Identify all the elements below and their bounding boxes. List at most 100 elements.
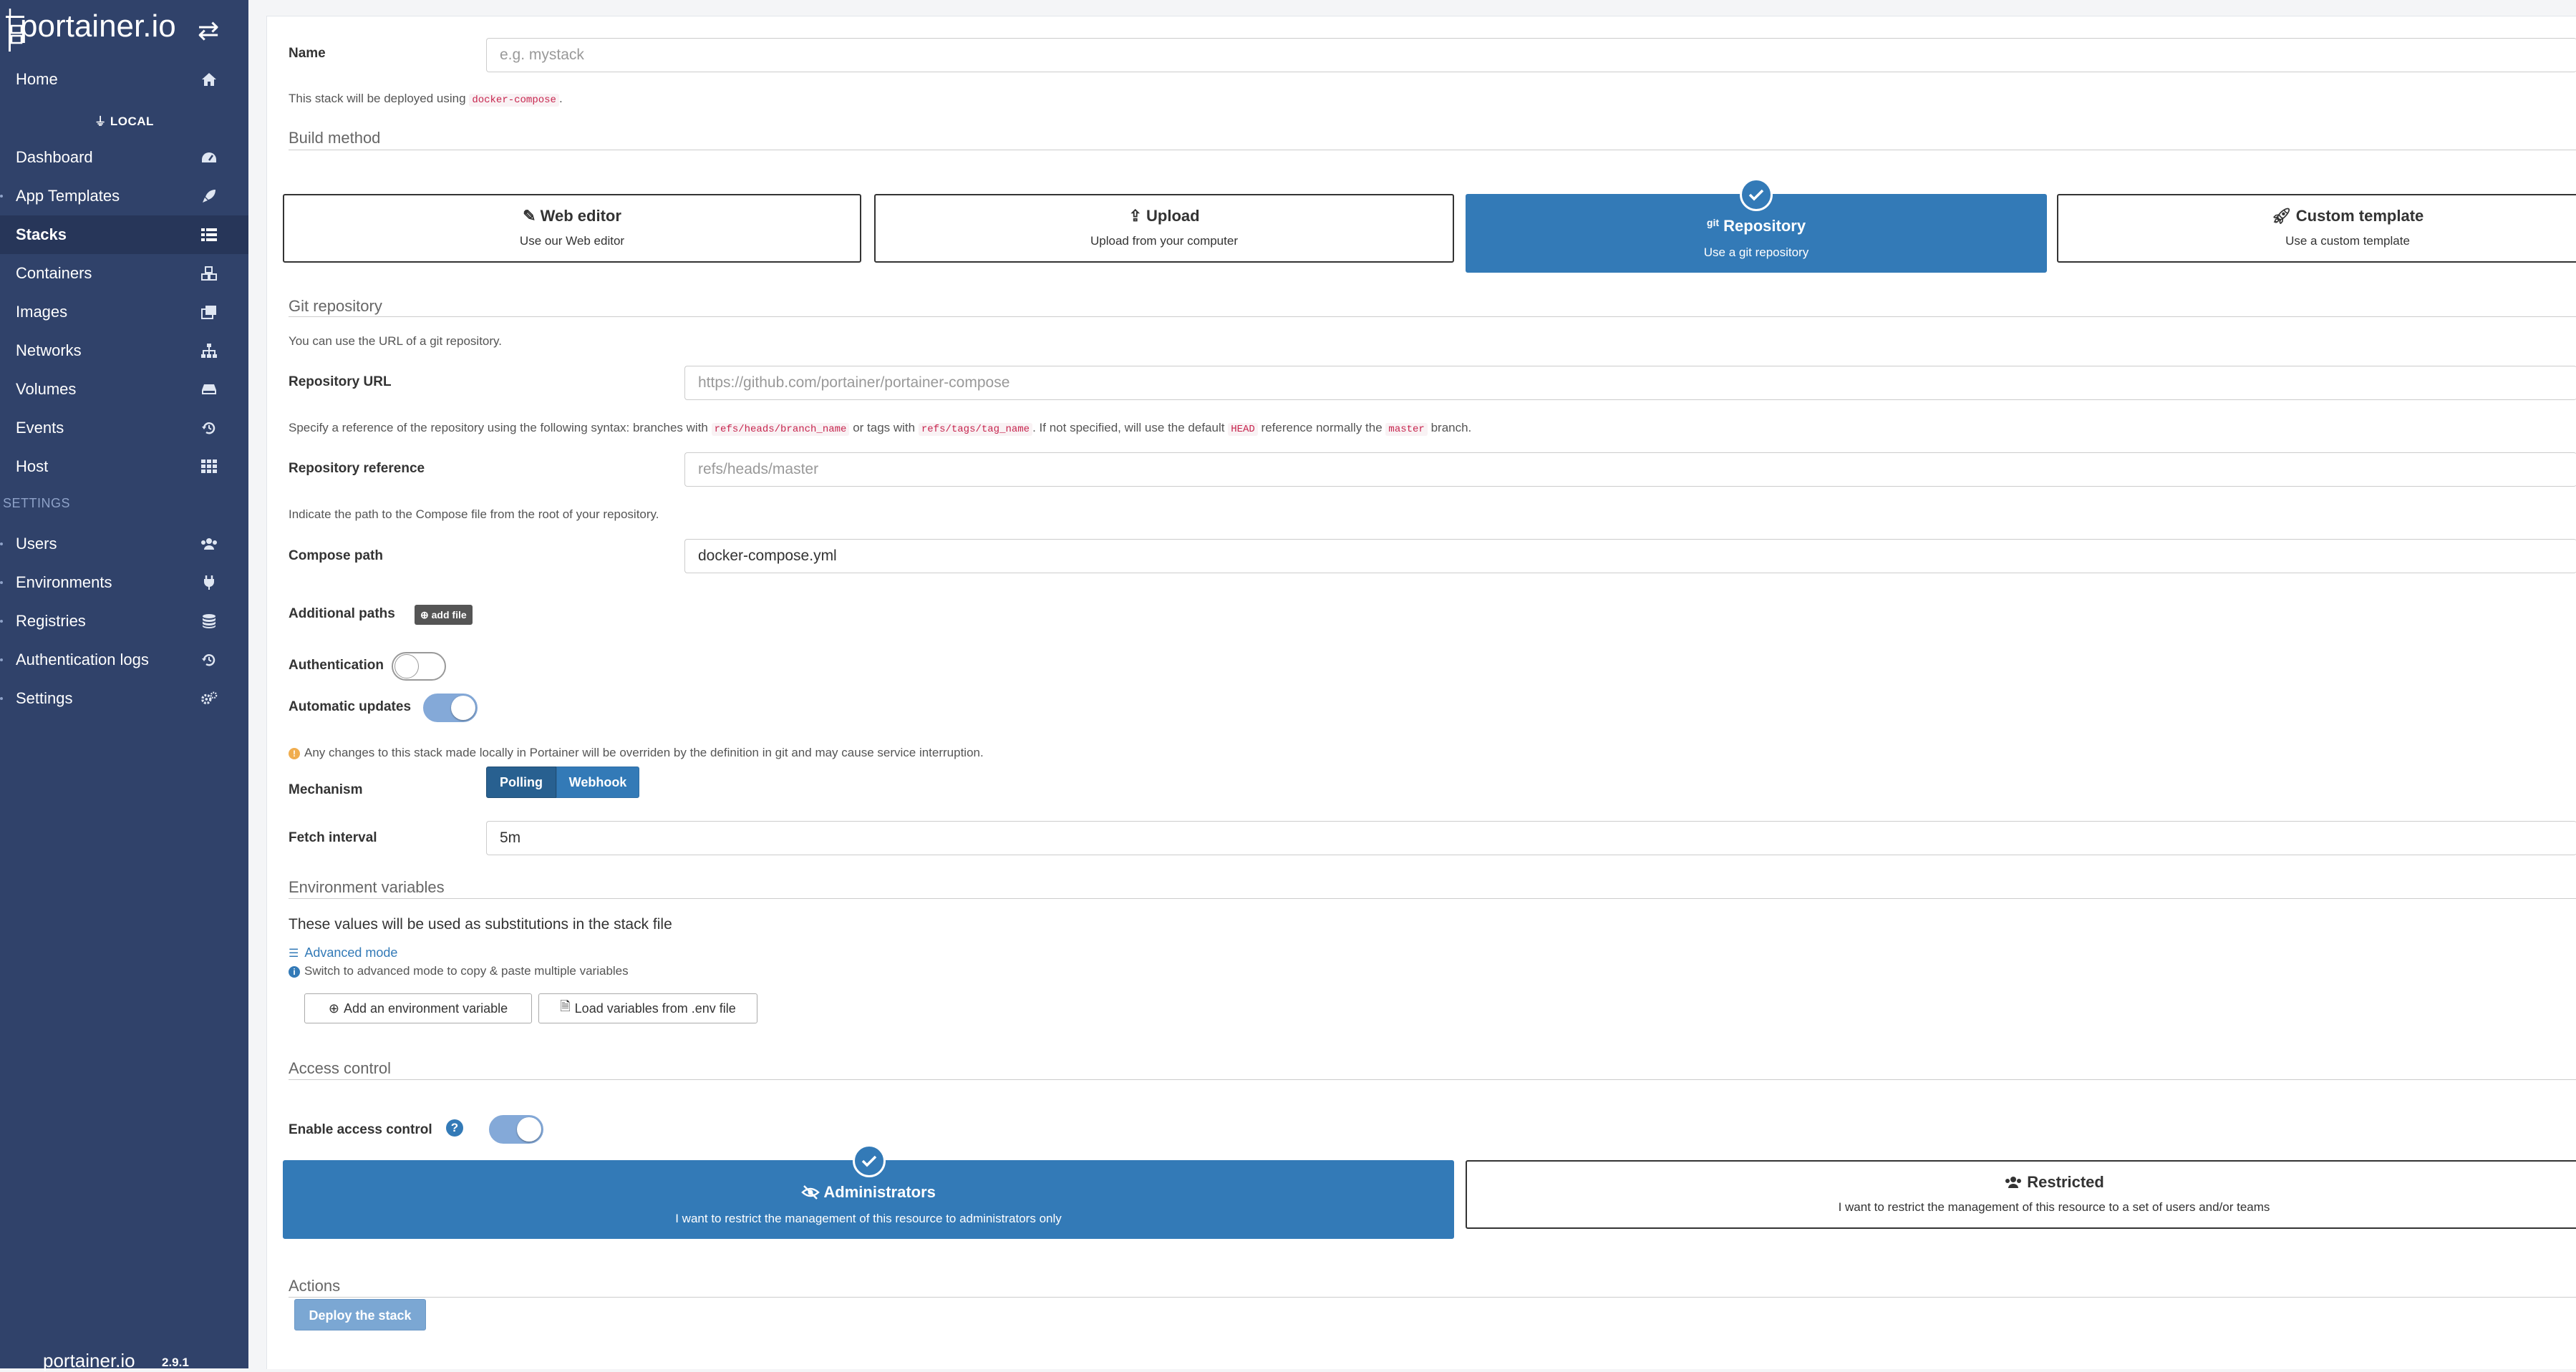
option-title: ⇪ Upload [1128,207,1200,225]
selected-check-icon [853,1144,886,1177]
build-method-upload[interactable]: ⇪ Upload Upload from your computer [874,194,1454,263]
portainer-logo-text[interactable]: portainer.io [20,9,176,44]
sidebar-item-users[interactable]: Users [0,525,248,563]
warning-icon: ! [289,747,300,759]
sidebar-item-home[interactable]: Home [0,60,248,99]
name-label: Name [289,46,326,61]
sidebar-item-volumes[interactable]: Volumes [0,370,248,409]
sidebar-item-label: Volumes [16,380,77,398]
option-title: 🚀︎ Custom template [2271,207,2424,225]
info-icon: i [289,965,300,978]
load-env-file-button[interactable]: 🗎︎ Load variables from .env file [538,993,757,1023]
sidebar-item-label: Dashboard [16,148,93,166]
dashboard-icon [200,149,218,166]
sidebar-item-label: Host [16,457,49,475]
stack-name-input[interactable]: e.g. mystack [486,38,2576,72]
create-stack-panel: Name e.g. mystack This stack will be dep… [266,16,2576,1369]
history-icon [200,419,218,437]
sidebar-item-events[interactable]: Events [0,409,248,447]
version-label: 2.9.1 [162,1356,189,1369]
sidebar-item-label: Events [16,419,64,437]
enable-access-control-label: Enable access control [289,1122,432,1137]
rocket-icon [200,188,218,205]
code-docker-compose: docker-compose [469,94,559,107]
repository-reference-input[interactable]: refs/heads/master [684,452,2576,487]
sitemap-icon [200,342,218,359]
authentication-label: Authentication [289,658,384,673]
access-control-toggle[interactable] [489,1115,543,1144]
authentication-toggle[interactable] [392,652,446,681]
mechanism-webhook-button[interactable]: Webhook [556,767,639,798]
sidebar-item-images[interactable]: Images [0,293,248,331]
history-icon [200,651,218,668]
mechanism-polling-button[interactable]: Polling [486,767,556,798]
sidebar-item-label: Home [16,70,58,88]
mechanism-label: Mechanism [289,782,363,797]
section-divider [289,898,2576,899]
repository-url-input[interactable]: https://github.com/portainer/portainer-c… [684,366,2576,400]
nav-bullet [0,581,3,584]
actions-title: Actions [289,1277,341,1295]
sidebar-item-environments[interactable]: Environments [0,563,248,602]
plus-circle-icon: ⊕ [420,609,429,621]
plus-circle-icon: ⊕ [328,1001,339,1016]
file-import-icon: 🗎︎ [560,999,571,1013]
cubes-icon [200,265,218,282]
reference-note: Specify a reference of the repository us… [289,421,1472,436]
build-method-custom-template[interactable]: 🚀︎ Custom template Use a custom template [2057,194,2576,263]
sidebar-toggle-icon[interactable]: ⇄ [198,16,219,46]
deploy-stack-button[interactable]: Deploy the stack [294,1299,426,1330]
repository-url-label: Repository URL [289,374,392,389]
compose-path-input[interactable]: docker-compose.yml [684,539,2576,573]
nav-bullet [0,697,3,700]
sidebar-item-stacks[interactable]: Stacks [0,215,248,254]
compose-path-label: Compose path [289,548,383,563]
git-repository-title: Git repository [289,297,382,315]
code-head: HEAD [1228,423,1258,436]
sidebar-item-authentication-logs[interactable]: Authentication logs [0,641,248,679]
sidebar-item-settings[interactable]: Settings [0,679,248,718]
nav-bullet [0,195,3,198]
code-master: master [1385,423,1428,436]
fetch-interval-input[interactable]: 5m [486,821,2576,855]
git-icon: git [1706,217,1720,228]
env-vars-description: These values will be used as substitutio… [289,916,672,933]
advanced-mode-hint: i Switch to advanced mode to copy & paste… [289,964,629,978]
sidebar-item-label: Containers [16,264,92,282]
sidebar-item-app-templates[interactable]: App Templates [0,177,248,215]
option-subtitle: Upload from your computer [1090,234,1238,248]
help-icon[interactable]: ? [446,1119,463,1137]
add-environment-variable-button[interactable]: ⊕ Add an environment variable [304,993,532,1023]
option-title: Restricted [1467,1173,2576,1192]
section-divider [289,1297,2576,1298]
sidebar-item-host[interactable]: Host [0,447,248,486]
nav-bullet [0,620,3,623]
code-tag-syntax: refs/tags/tag_name [918,423,1033,436]
sidebar-item-label: Networks [16,341,82,359]
git-note: You can use the URL of a git repository. [289,334,502,348]
rocket-icon: 🚀︎ [2271,207,2292,225]
option-subtitle: Use our Web editor [519,234,625,248]
sidebar-item-dashboard[interactable]: Dashboard [0,138,248,177]
advanced-mode-link[interactable]: ☰ Advanced mode [289,945,397,960]
toggle-knob [394,654,419,678]
sidebar-item-registries[interactable]: Registries [0,602,248,641]
sidebar-item-networks[interactable]: Networks [0,331,248,370]
sidebar-item-label: Authentication logs [16,651,149,668]
clone-icon [200,303,218,321]
sidebar-header: portainer.io ⇄ [0,0,248,57]
users-icon [200,535,218,553]
build-method-web-editor[interactable]: ✎ Web editor Use our Web editor [283,194,861,263]
sidebar-item-containers[interactable]: Containers [0,254,248,293]
database-icon [200,613,218,630]
automatic-updates-toggle[interactable] [423,694,478,722]
access-option-restricted[interactable]: Restricted I want to restrict the manage… [1466,1160,2576,1229]
sidebar-item-label: Stacks [16,225,67,243]
option-subtitle: I want to restrict the management of thi… [675,1212,1062,1225]
environment-variables-title: Environment variables [289,878,445,896]
option-title: ✎ Web editor [523,207,621,225]
code-branch-syntax: refs/heads/branch_name [711,423,850,436]
nav-bullet [0,543,3,545]
th-icon [200,458,218,475]
add-file-button[interactable]: ⊕ add file [415,605,473,625]
